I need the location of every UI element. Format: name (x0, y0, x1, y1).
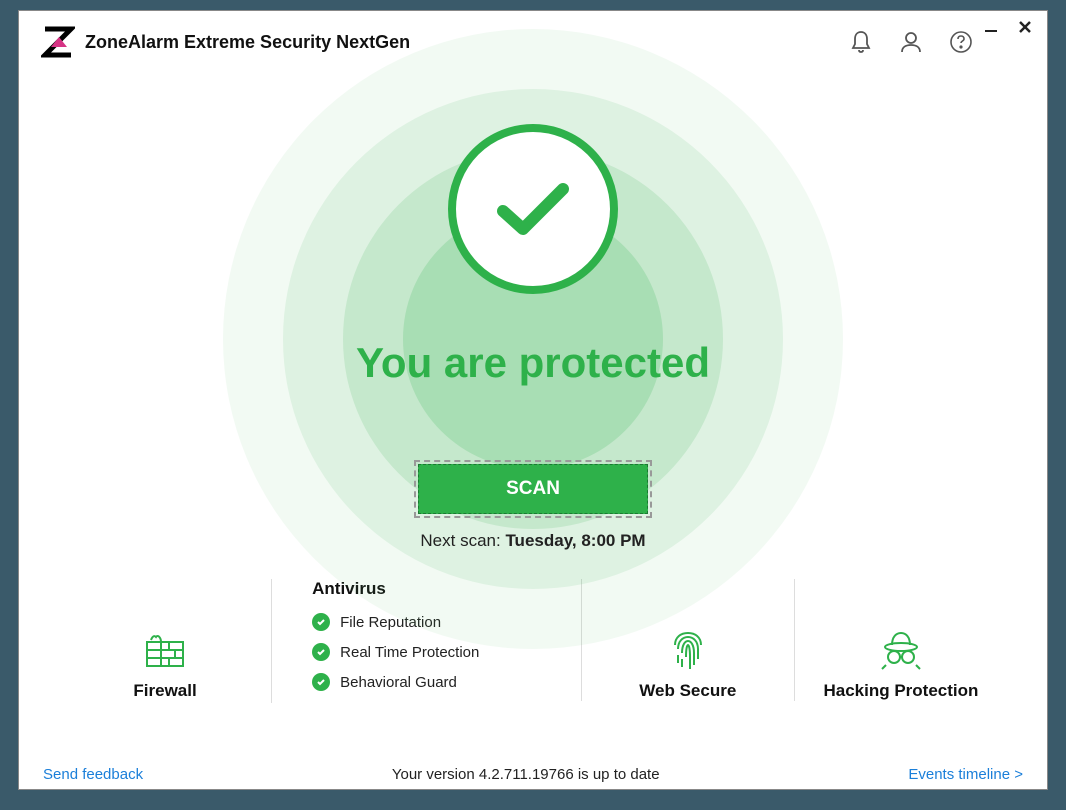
next-scan-value: Tuesday, 8:00 PM (505, 531, 645, 550)
status-headline: You are protected (19, 339, 1047, 387)
app-title: ZoneAlarm Extreme Security NextGen (85, 32, 410, 53)
minimize-button[interactable] (981, 17, 1001, 37)
close-button[interactable] (1015, 17, 1035, 37)
check-circle-icon (312, 673, 330, 691)
version-text: Your version 4.2.711.19766 is up to date (143, 766, 908, 783)
antivirus-item-label: Behavioral Guard (340, 674, 457, 691)
header: ZoneAlarm Extreme Security NextGen (19, 11, 1047, 59)
feature-hacking-protection-label: Hacking Protection (823, 681, 978, 701)
status-badge (448, 124, 618, 294)
next-scan-prefix: Next scan: (420, 531, 505, 550)
help-icon[interactable] (947, 28, 975, 56)
events-timeline-link[interactable]: Events timeline > (908, 766, 1023, 783)
scan-button-label: SCAN (506, 478, 560, 500)
antivirus-item: Behavioral Guard (312, 673, 457, 691)
firewall-icon (143, 631, 187, 671)
feature-firewall-label: Firewall (133, 681, 196, 701)
scan-button[interactable]: SCAN (418, 464, 648, 514)
next-scan-text: Next scan: Tuesday, 8:00 PM (19, 531, 1047, 551)
titlebar-controls (981, 17, 1035, 37)
account-icon[interactable] (897, 28, 925, 56)
feature-web-secure-label: Web Secure (639, 681, 736, 701)
notifications-icon[interactable] (847, 28, 875, 56)
logo-wrap: ZoneAlarm Extreme Security NextGen (41, 25, 410, 59)
app-window: ZoneAlarm Extreme Security NextGen (18, 10, 1048, 790)
header-icons (847, 28, 975, 56)
footer: Send feedback Your version 4.2.711.19766… (19, 749, 1047, 799)
spy-icon (879, 631, 923, 671)
zonealarm-logo-icon (41, 25, 75, 59)
checkmark-icon (493, 179, 573, 239)
send-feedback-link[interactable]: Send feedback (43, 766, 143, 783)
status-area: You are protected SCAN Next scan: Tuesda… (19, 59, 1047, 579)
